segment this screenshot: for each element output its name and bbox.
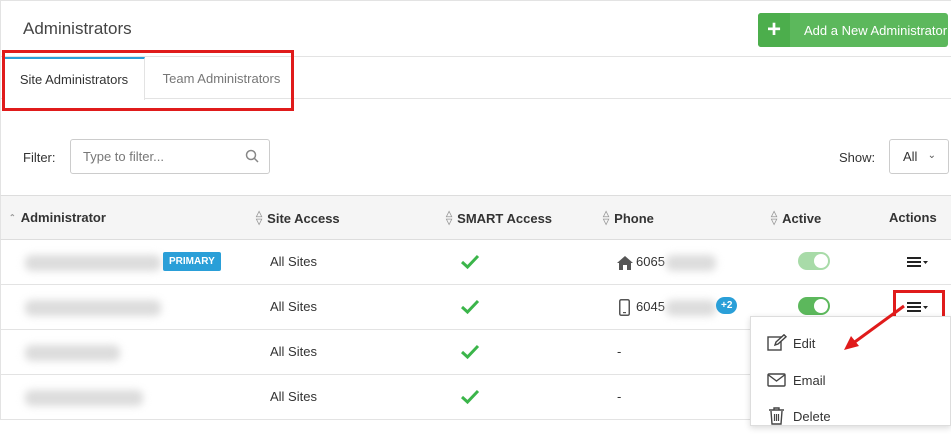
menu-item-edit[interactable]: Edit — [751, 325, 951, 361]
plus-icon: + — [758, 13, 790, 47]
sort-asc-icon: ⌃ — [9, 212, 16, 222]
add-administrator-button[interactable]: + Add a New Administrator — [758, 13, 948, 47]
home-icon — [617, 256, 633, 270]
column-site-access[interactable]: △ ▽ Site Access — [256, 210, 340, 226]
column-label: Site Access — [267, 210, 340, 226]
menu-item-label: Edit — [793, 335, 816, 351]
trash-icon — [769, 407, 784, 425]
column-phone[interactable]: △ ▽ Phone — [603, 210, 654, 226]
phone-number: 6045 — [636, 299, 665, 314]
page-title: Administrators — [23, 19, 132, 38]
mobile-phone-icon — [619, 299, 630, 316]
administrator-name-redacted — [25, 345, 120, 361]
show-label: Show: — [839, 150, 876, 165]
check-icon — [460, 344, 480, 360]
column-label: SMART Access — [457, 210, 553, 226]
add-administrator-label: Add a New Administrator — [804, 22, 948, 38]
site-access: All Sites — [270, 389, 317, 404]
site-access: All Sites — [270, 344, 317, 359]
column-actions: Actions — [889, 210, 937, 225]
site-access: All Sites — [270, 299, 317, 314]
column-label: Active — [782, 210, 822, 226]
filter-label: Filter: — [23, 150, 56, 165]
table-header: ⌃ Administrator △ ▽ Site Access △ ▽ SMART … — [0, 195, 951, 240]
column-smart-access[interactable]: △ ▽ SMART Access — [446, 210, 552, 226]
primary-badge: PRIMARY — [163, 252, 221, 271]
phone-number: - — [617, 344, 622, 359]
page-header: Administrators + Add a New Administrator — [0, 0, 951, 57]
sort-icon: △ ▽ — [771, 209, 778, 226]
edit-icon — [767, 334, 787, 351]
administrator-name-redacted — [25, 390, 143, 406]
menu-item-label: Email — [793, 372, 826, 388]
menu-item-label: Delete — [793, 408, 831, 424]
active-toggle[interactable] — [798, 252, 830, 270]
phone-number: - — [617, 389, 622, 404]
tab-bar: Site Administrators Team Administrators — [0, 57, 951, 100]
table-row: PRIMARY All Sites 6065 — [0, 240, 951, 285]
check-icon — [460, 389, 480, 405]
sort-icon: △ ▽ — [446, 209, 453, 226]
sort-icon: △ ▽ — [256, 209, 263, 226]
actions-dropdown-menu: Edit Email Delete — [750, 316, 951, 426]
active-toggle[interactable] — [798, 297, 830, 315]
column-label: Phone — [614, 210, 654, 226]
filter-input[interactable] — [70, 139, 270, 174]
search-icon — [245, 149, 259, 163]
administrator-name-redacted — [25, 300, 161, 316]
tab-team-administrators[interactable]: Team Administrators — [145, 57, 298, 99]
column-label: Administrator — [20, 210, 106, 225]
show-value: All — [903, 149, 918, 164]
column-active[interactable]: △ ▽ Active — [771, 210, 821, 226]
menu-item-email[interactable]: Email — [751, 362, 951, 398]
administrator-name-redacted — [25, 255, 161, 271]
site-access: All Sites — [270, 254, 317, 269]
toggle-knob — [814, 254, 828, 268]
toggle-knob — [814, 299, 828, 313]
column-administrator[interactable]: ⌃ Administrator — [9, 210, 106, 225]
check-icon — [460, 299, 480, 315]
envelope-icon — [767, 373, 786, 387]
tab-site-administrators[interactable]: Site Administrators — [4, 57, 145, 100]
phone-number: 6065 — [636, 254, 665, 269]
column-label: Actions — [889, 210, 937, 225]
hamburger-menu-icon[interactable] — [907, 254, 929, 270]
sort-icon: △ ▽ — [603, 209, 610, 226]
additional-phones-badge[interactable]: +2 — [716, 297, 738, 314]
check-icon — [460, 254, 480, 270]
show-select[interactable]: All ⌄ — [889, 139, 949, 174]
phone-redacted — [666, 300, 716, 316]
phone-redacted — [666, 255, 716, 271]
menu-item-delete[interactable]: Delete — [751, 398, 951, 434]
filter-bar: Filter: Show: All ⌄ — [0, 99, 951, 195]
chevron-down-icon: ⌄ — [927, 150, 936, 161]
